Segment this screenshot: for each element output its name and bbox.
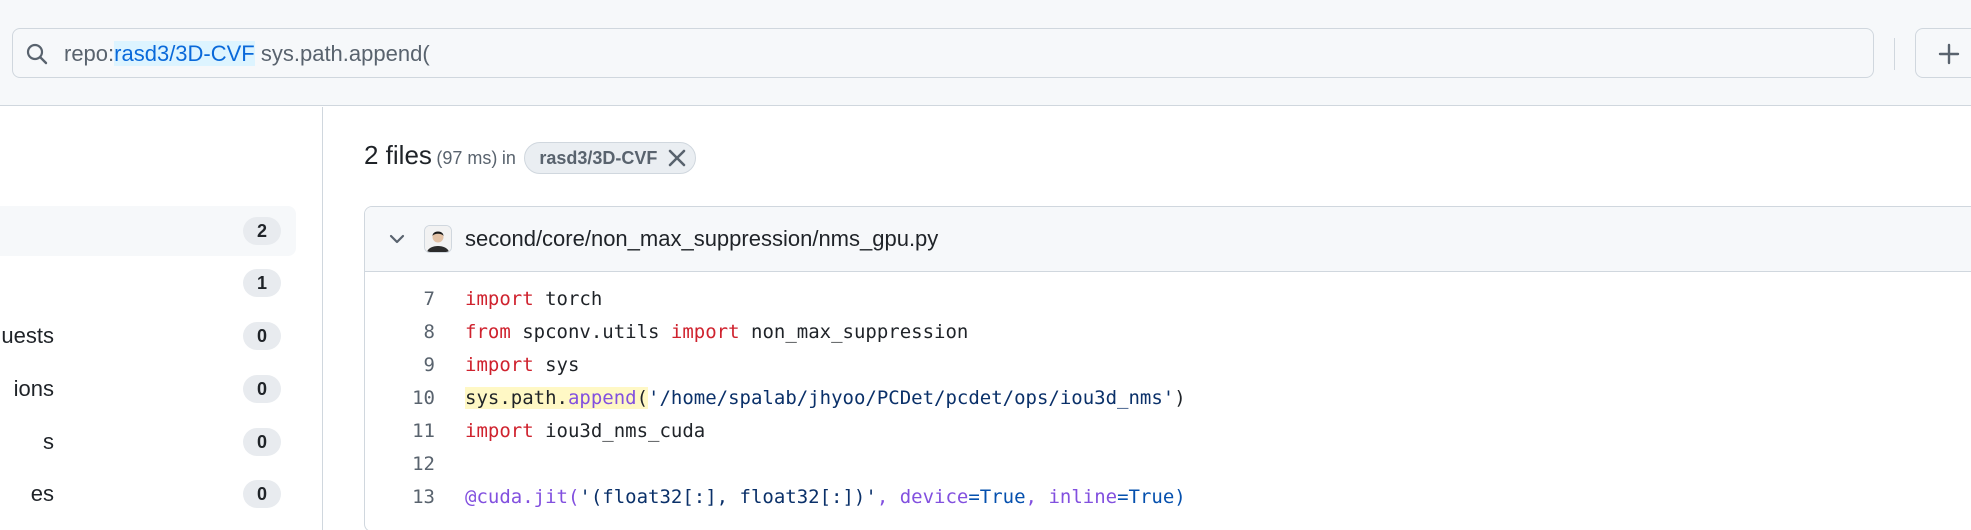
code-token: device <box>899 486 969 508</box>
code-token: sys.path. <box>465 387 568 409</box>
code-line: 12 <box>365 448 1971 481</box>
sidebar-item-count: 0 <box>243 428 281 456</box>
code-token: @cuda.jit( <box>465 486 580 508</box>
sidebar-item-pull-requests[interactable]: uests 0 <box>0 311 296 361</box>
sidebar-item-count: 0 <box>243 375 281 403</box>
code-line: 7 import torch <box>365 283 1971 316</box>
sidebar-item-label: es <box>30 481 54 506</box>
code-token: import <box>465 420 534 442</box>
file-result-card: second/core/non_max_suppression/nms_gpu.… <box>364 206 1971 530</box>
code-token: iou3d_nms_cuda <box>533 420 706 442</box>
code-token: from <box>465 321 511 343</box>
filter-sidebar: 2 1 uests 0 ions 0 s 0 es 0 <box>0 107 323 530</box>
search-icon <box>26 43 48 65</box>
results-time: (97 ms) <box>436 148 498 168</box>
results-count: 2 files <box>364 140 432 170</box>
top-header: repo:rasd3/3D-CVF sys.path.append( <box>0 0 1971 106</box>
avatar-image <box>425 226 451 252</box>
sidebar-item-count: 0 <box>243 322 281 350</box>
code-line: 11 import iou3d_nms_cuda <box>365 415 1971 448</box>
chevron-down-icon[interactable] <box>387 229 407 249</box>
code-token: '(float32[:], float32[:])' <box>579 486 877 508</box>
line-number[interactable]: 12 <box>365 448 435 481</box>
code-token: sys <box>533 354 580 376</box>
code-token: import <box>670 321 740 343</box>
plus-icon <box>1938 43 1960 65</box>
code-token: import <box>465 354 534 376</box>
sidebar-item-repositories[interactable]: 1 <box>0 258 296 308</box>
avatar[interactable] <box>424 225 452 253</box>
close-icon[interactable] <box>667 148 687 168</box>
line-number[interactable]: 13 <box>365 481 435 514</box>
code-token: '/home/spalab/jhyoo/PCDet/pcdet/ops/iou3… <box>648 387 1175 409</box>
sidebar-item-code[interactable]: 2 <box>0 206 296 256</box>
line-number[interactable]: 9 <box>365 349 435 382</box>
sidebar-item-users[interactable]: s 0 <box>0 417 296 467</box>
code-token: torch <box>533 288 603 310</box>
search-query[interactable]: repo:rasd3/3D-CVF sys.path.append( <box>64 41 430 67</box>
code-token: import <box>465 288 534 310</box>
code-line: 13 @cuda.jit('(float32[:], float32[:])', … <box>365 481 1971 514</box>
sidebar-item-label: uests <box>1 323 54 348</box>
code-snippet: 7 import torch 8 from spconv.utils import n… <box>365 273 1971 514</box>
code-token: spconv.utils <box>510 321 671 343</box>
code-token: , <box>876 486 900 508</box>
sidebar-item-count: 0 <box>243 480 281 508</box>
code-token: =True) <box>1117 486 1186 508</box>
code-token: , <box>1025 486 1049 508</box>
line-number[interactable]: 11 <box>365 415 435 448</box>
results-summary: 2 files (97 ms) in rasd3/3D-CVF <box>364 140 697 176</box>
sidebar-item-count: 2 <box>243 217 281 245</box>
code-token: ( <box>636 387 649 409</box>
repo-chip-label: rasd3/3D-CVF <box>539 147 658 168</box>
search-query-text: sys.path.append( <box>254 41 430 66</box>
code-token: =True <box>968 486 1026 508</box>
create-new-button[interactable] <box>1915 28 1971 78</box>
sidebar-item-count: 1 <box>243 269 281 297</box>
repo-filter-chip[interactable]: rasd3/3D-CVF <box>524 141 697 174</box>
line-number[interactable]: 8 <box>365 316 435 349</box>
file-path-link[interactable]: second/core/non_max_suppression/nms_gpu.… <box>465 226 938 252</box>
code-token: append <box>567 387 637 409</box>
code-token: non_max_suppression <box>739 321 969 343</box>
sidebar-item-discussions[interactable]: ions 0 <box>0 364 296 414</box>
line-number[interactable]: 7 <box>365 283 435 316</box>
search-input[interactable]: repo:rasd3/3D-CVF sys.path.append( <box>12 28 1874 78</box>
code-line: 8 from spconv.utils import non_max_suppre… <box>365 316 1971 349</box>
header-divider <box>1894 38 1895 70</box>
file-result-header: second/core/non_max_suppression/nms_gpu.… <box>365 207 1971 272</box>
code-token: inline <box>1048 486 1118 508</box>
search-qualifier-key: repo: <box>64 41 115 66</box>
sidebar-item-packages[interactable]: es 0 <box>0 469 296 519</box>
code-token: ) <box>1174 387 1186 409</box>
code-line: 9 import sys <box>365 349 1971 382</box>
sidebar-item-label: ions <box>13 376 54 401</box>
search-qualifier-value: rasd3/3D-CVF <box>114 41 255 66</box>
sidebar-item-label: s <box>43 429 54 454</box>
code-line: 10 sys.path.append('/home/spalab/jhyoo/PC… <box>365 382 1971 415</box>
results-in-label: in <box>501 148 516 168</box>
line-number[interactable]: 10 <box>365 382 435 415</box>
